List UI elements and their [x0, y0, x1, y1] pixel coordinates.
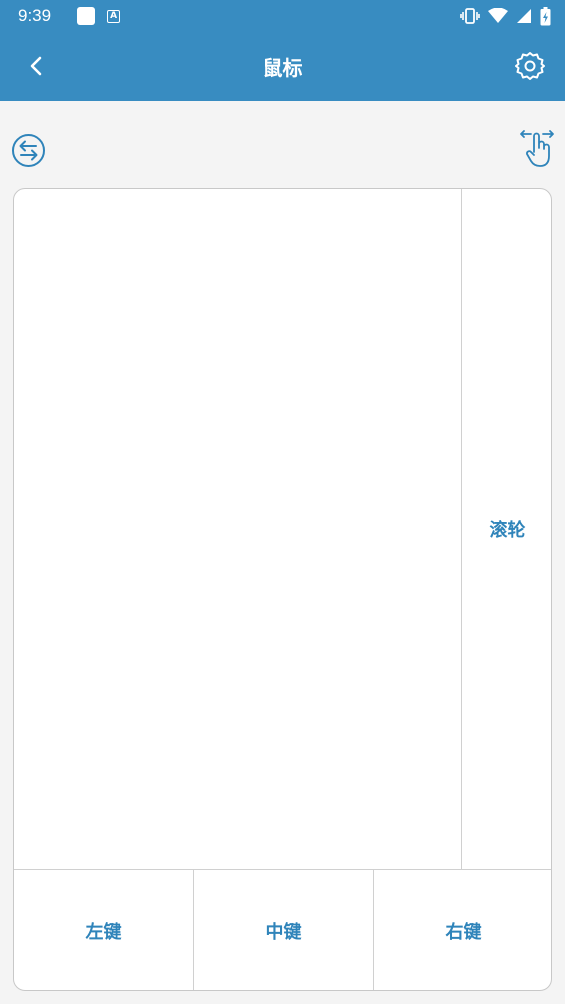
left-click-button[interactable]: 左键	[14, 870, 194, 990]
notification-app-icon	[77, 7, 96, 25]
status-time: 9:39	[18, 6, 52, 25]
switch-mode-button[interactable]	[11, 133, 46, 168]
vibrate-icon	[460, 8, 480, 24]
signal-icon	[517, 9, 531, 23]
mouse-pad-area: 滚轮 左键 中键 右键	[13, 188, 552, 991]
touchpad[interactable]	[14, 189, 462, 870]
right-click-button[interactable]: 右键	[374, 870, 551, 990]
keyboard-a-icon: A	[107, 9, 121, 23]
tool-row	[0, 101, 565, 187]
battery-charging-icon	[540, 6, 551, 25]
wifi-icon	[488, 8, 508, 23]
status-left: 9:39 A	[18, 6, 121, 26]
app-bar: 鼠标	[0, 32, 565, 101]
page-title: 鼠标	[262, 56, 303, 80]
middle-click-button[interactable]: 中键	[194, 870, 374, 990]
gear-icon	[515, 52, 545, 80]
gesture-button[interactable]	[519, 128, 555, 168]
status-bar: 9:39 A	[0, 0, 565, 32]
settings-button[interactable]	[513, 49, 547, 83]
scroll-wheel[interactable]: 滚轮	[462, 189, 551, 870]
swap-arrows-icon	[12, 134, 45, 167]
mouse-button-row: 左键 中键 右键	[14, 870, 551, 990]
hand-swipe-icon	[520, 130, 554, 167]
status-right	[460, 6, 551, 26]
